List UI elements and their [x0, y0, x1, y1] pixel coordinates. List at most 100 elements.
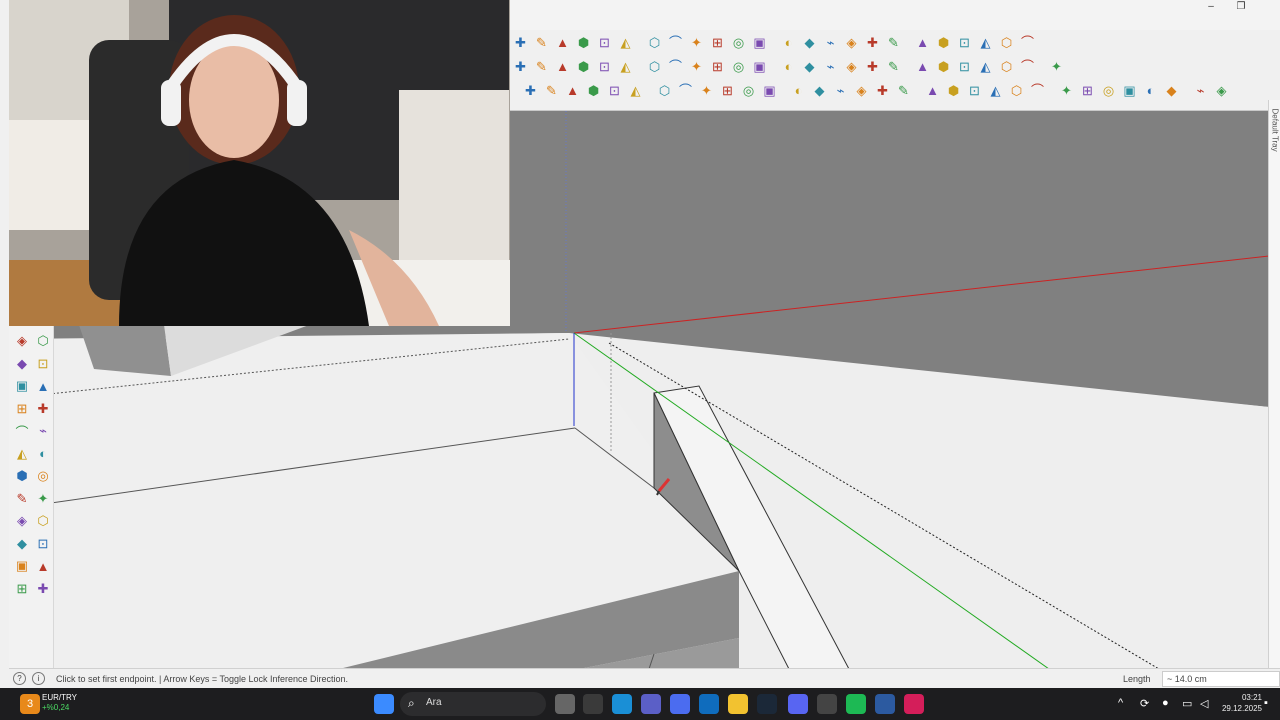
from-contours-icon[interactable]: ▣: [749, 32, 770, 53]
joint-icon[interactable]: ⬢: [933, 56, 954, 77]
arc6-icon[interactable]: ◆: [809, 80, 830, 101]
right-icon[interactable]: ◭: [975, 32, 996, 53]
frame-icon[interactable]: ✦: [1046, 56, 1067, 77]
display-cuts-icon[interactable]: ✎: [883, 32, 904, 53]
cone-icon[interactable]: ✚: [872, 80, 893, 101]
discord-icon[interactable]: [788, 694, 808, 714]
sketchup-icon[interactable]: [875, 694, 895, 714]
network-icon[interactable]: ▭: [1182, 697, 1192, 710]
box2-icon[interactable]: ◈: [841, 56, 862, 77]
previous-icon[interactable]: ✦: [34, 490, 52, 508]
arc5-icon[interactable]: ◐: [788, 80, 809, 101]
pin-icon[interactable]: ✎: [893, 80, 914, 101]
section-icon[interactable]: ◆: [799, 32, 820, 53]
back-icon[interactable]: ⬡: [996, 32, 1017, 53]
pencil-icon[interactable]: ⊡: [604, 80, 625, 101]
zoom-icon[interactable]: ⬢: [13, 467, 31, 485]
circle-icon[interactable]: ⌒: [675, 80, 696, 101]
component-icon[interactable]: ⌒: [665, 56, 686, 77]
move-icon[interactable]: ⊡: [594, 56, 615, 77]
view12-icon[interactable]: ◈: [1211, 80, 1232, 101]
left-icon[interactable]: ⌒: [1017, 32, 1038, 53]
new-file-icon[interactable]: ⬢: [573, 32, 594, 53]
box-icon[interactable]: ⌁: [820, 56, 841, 77]
rotate-icon[interactable]: ▲: [34, 377, 52, 395]
walk-icon[interactable]: ◈: [13, 512, 31, 530]
view8-icon[interactable]: ▣: [1119, 80, 1140, 101]
bezier-icon[interactable]: ⬡: [996, 56, 1017, 77]
section-icon[interactable]: ⊡: [34, 535, 52, 553]
zigzag-icon[interactable]: ⬢: [583, 80, 604, 101]
close-x-icon[interactable]: ✎: [883, 56, 904, 77]
tray-chevron-icon[interactable]: ^: [1118, 697, 1123, 709]
follow-me-icon[interactable]: ✎: [531, 56, 552, 77]
spotify-icon[interactable]: [846, 694, 866, 714]
solid-union-icon[interactable]: ✦: [686, 56, 707, 77]
clock[interactable]: 03:21 29.12.2025: [1222, 692, 1262, 714]
task-view-icon[interactable]: [555, 694, 575, 714]
split-icon[interactable]: ◭: [975, 56, 996, 77]
spiral-icon[interactable]: ⌁: [830, 80, 851, 101]
dimension-icon[interactable]: ⌁: [34, 422, 52, 440]
notification-icon[interactable]: ▪: [1264, 697, 1268, 709]
position-camera-icon[interactable]: ⬡: [34, 512, 52, 530]
view1-icon[interactable]: ⊡: [964, 80, 985, 101]
section-plane-icon[interactable]: ◈: [841, 32, 862, 53]
view10-icon[interactable]: ◆: [1161, 80, 1182, 101]
view7-icon[interactable]: ◎: [1098, 80, 1119, 101]
store-icon[interactable]: [583, 694, 603, 714]
view5-icon[interactable]: ✦: [1056, 80, 1077, 101]
arc3-icon[interactable]: ✦: [696, 80, 717, 101]
curve-icon[interactable]: ▲: [912, 56, 933, 77]
layers-icon[interactable]: ▣: [13, 557, 31, 575]
tape-icon[interactable]: ◭: [13, 445, 31, 463]
user-icon[interactable]: ⊡: [594, 32, 615, 53]
view3-icon[interactable]: ⬡: [1006, 80, 1027, 101]
flip-edge-icon[interactable]: ✦: [686, 32, 707, 53]
zoom-extents-icon[interactable]: ✎: [13, 490, 31, 508]
pencil-icon[interactable]: ⊞: [13, 400, 31, 418]
minimize-button[interactable]: –: [1196, 0, 1226, 14]
adobe-icon[interactable]: [904, 694, 924, 714]
display-section-icon[interactable]: ✚: [862, 32, 883, 53]
sync-icon[interactable]: ⟳: [1140, 697, 1149, 710]
freehand-draw-icon[interactable]: ⬡: [34, 332, 52, 350]
orbit-icon[interactable]: ⌒: [13, 422, 31, 440]
wave-icon[interactable]: ⊞: [717, 80, 738, 101]
grid-icon[interactable]: ◐: [778, 56, 799, 77]
instructor-icon[interactable]: i: [32, 672, 45, 685]
look-around-icon[interactable]: ◆: [13, 535, 31, 553]
paint-bucket-icon[interactable]: ⊡: [34, 355, 52, 373]
paint-icon[interactable]: ▲: [552, 56, 573, 77]
view4-icon[interactable]: ⌒: [1027, 80, 1048, 101]
microphone-icon[interactable]: ●: [1162, 697, 1169, 709]
curve2-icon[interactable]: ◎: [738, 80, 759, 101]
select-icon[interactable]: ◈: [13, 332, 31, 350]
move-icon[interactable]: ▣: [13, 377, 31, 395]
default-tray[interactable]: Default Tray: [1268, 100, 1280, 668]
steam-icon[interactable]: [757, 694, 777, 714]
corner-icon[interactable]: ⌒: [1017, 56, 1038, 77]
smart-icon[interactable]: ◆: [13, 355, 31, 373]
account-icon[interactable]: ▲: [552, 32, 573, 53]
drape-icon[interactable]: ⊞: [707, 32, 728, 53]
copilot-icon[interactable]: [670, 694, 690, 714]
view9-icon[interactable]: ◐: [1140, 80, 1161, 101]
volume-icon[interactable]: ◁: [1200, 697, 1208, 710]
push-pull-icon[interactable]: ◭: [615, 56, 636, 77]
outlook-icon[interactable]: [699, 694, 719, 714]
rect-icon[interactable]: ⬡: [654, 80, 675, 101]
smoove-icon[interactable]: ⬡: [644, 32, 665, 53]
intersect-icon[interactable]: ⊡: [954, 56, 975, 77]
pan-icon[interactable]: ◐: [34, 445, 52, 463]
polygon-icon[interactable]: ◈: [851, 80, 872, 101]
view11-icon[interactable]: ⌁: [1190, 80, 1211, 101]
solid-split-icon[interactable]: ▣: [749, 56, 770, 77]
teams-icon[interactable]: [641, 694, 661, 714]
grid2-icon[interactable]: ◆: [799, 56, 820, 77]
edge-icon[interactable]: [612, 694, 632, 714]
measurements-box[interactable]: ~ 14.0 cm: [1162, 671, 1280, 687]
scenes-icon[interactable]: ▲: [34, 557, 52, 575]
iso-icon[interactable]: ▲: [912, 32, 933, 53]
add-detail-icon[interactable]: ⌒: [665, 32, 686, 53]
